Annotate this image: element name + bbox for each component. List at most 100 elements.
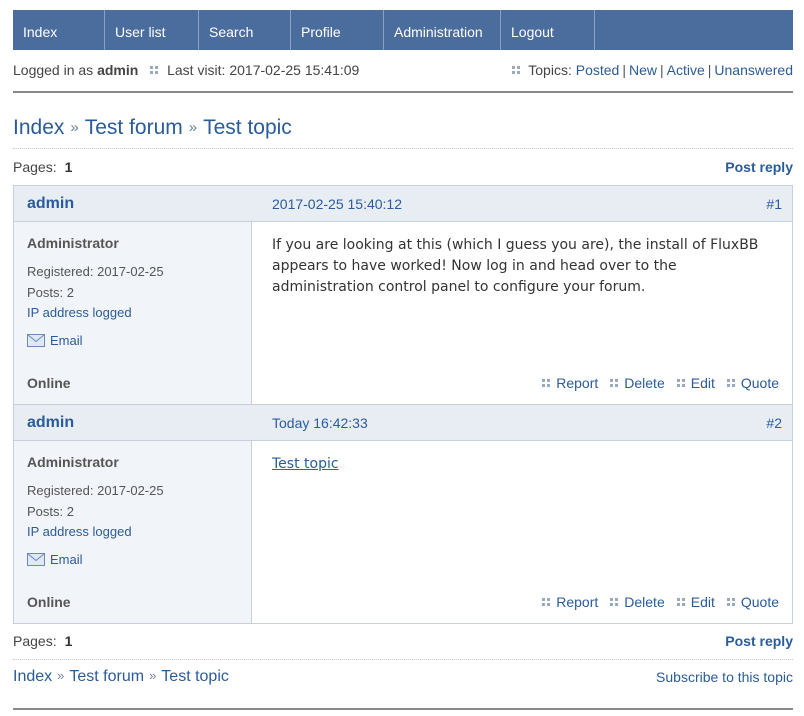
delete-button[interactable]: Delete [610, 375, 665, 391]
main-nav: Index User list Search Profile Administr… [13, 10, 793, 50]
post-count: Posts: 2 [27, 285, 74, 300]
username: admin [97, 62, 139, 78]
bullet-icon [610, 379, 619, 387]
last-visit: Last visit: 2017-02-25 15:41:09 [167, 62, 360, 78]
nav-profile[interactable]: Profile [291, 10, 384, 50]
registered-date: Registered: 2017-02-25 [27, 483, 164, 498]
topics-label: Topics: [528, 62, 572, 78]
envelope-icon [27, 334, 45, 347]
subscribe-link[interactable]: Subscribe to this topic [656, 669, 793, 685]
quote-label: Quote [740, 375, 779, 391]
user-title: Administrator [27, 235, 119, 251]
quote-button[interactable]: Quote [726, 594, 779, 610]
edit-label: Edit [690, 375, 715, 391]
divider [13, 708, 793, 710]
divider [13, 91, 793, 93]
user-title: Administrator [27, 454, 119, 470]
breadcrumb-bottom: Index » Test forum » Test topic [13, 668, 229, 686]
topics-unanswered-link[interactable]: Unanswered [714, 62, 793, 78]
bullet-icon [676, 598, 685, 606]
email-link[interactable]: Email [27, 333, 83, 348]
post-date-link[interactable]: 2017-02-25 15:40:12 [272, 196, 402, 212]
delete-label: Delete [624, 375, 665, 391]
quote-button[interactable]: Quote [726, 375, 779, 391]
breadcrumb-separator: » [149, 668, 157, 683]
pages-label: Pages: [13, 159, 57, 175]
current-page: 1 [64, 633, 73, 649]
breadcrumb-forum[interactable]: Test forum [85, 116, 183, 139]
email-label: Email [50, 552, 83, 567]
topic-link[interactable]: Test topic [272, 456, 339, 472]
ip-address-link[interactable]: IP address logged [27, 524, 132, 539]
report-label: Report [556, 594, 599, 610]
post-actions: Report Delete Edit Quote [530, 594, 779, 610]
post-header: admin 2017-02-25 15:40:12 #1 [14, 186, 792, 222]
bullet-icon [676, 379, 685, 387]
bullet-icon [610, 598, 619, 606]
separator: | [622, 62, 626, 78]
breadcrumb-separator: » [70, 119, 79, 136]
topics-active-link[interactable]: Active [667, 62, 705, 78]
pages-label: Pages: [13, 633, 57, 649]
bullet-icon [726, 379, 735, 387]
delete-button[interactable]: Delete [610, 594, 665, 610]
breadcrumb-separator: » [57, 668, 65, 683]
breadcrumb-topic[interactable]: Test topic [161, 668, 229, 685]
email-label: Email [50, 333, 83, 348]
divider [13, 659, 793, 660]
post-2: admin Today 16:42:33 #2 Administrator Re… [13, 404, 793, 624]
post-reply-button[interactable]: Post reply [725, 633, 793, 649]
post-header: admin Today 16:42:33 #2 [14, 405, 792, 441]
post-message: Test topic [272, 454, 782, 475]
delete-label: Delete [624, 594, 665, 610]
nav-administration[interactable]: Administration [384, 10, 501, 50]
edit-button[interactable]: Edit [676, 594, 715, 610]
breadcrumb-separator: » [188, 119, 198, 136]
post-actions: Report Delete Edit Quote [530, 375, 779, 391]
topic-links: Topics: Posted | New | Active | Unanswered [504, 62, 793, 78]
email-link[interactable]: Email [27, 552, 83, 567]
divider [13, 148, 793, 149]
post-author-info: Administrator Registered: 2017-02-25 Pos… [14, 222, 252, 404]
report-button[interactable]: Report [542, 594, 598, 610]
registered-date: Registered: 2017-02-25 [27, 264, 164, 279]
post-count: Posts: 2 [27, 504, 74, 519]
breadcrumb-forum[interactable]: Test forum [69, 668, 144, 685]
topics-new-link[interactable]: New [629, 62, 657, 78]
post-1: admin 2017-02-25 15:40:12 #1 Administrat… [13, 185, 793, 405]
online-status: Online [27, 594, 71, 610]
breadcrumb-index[interactable]: Index [13, 668, 52, 685]
breadcrumb-index[interactable]: Index [13, 116, 64, 139]
nav-user-list[interactable]: User list [105, 10, 199, 50]
topics-posted-link[interactable]: Posted [576, 62, 620, 78]
report-button[interactable]: Report [542, 375, 598, 391]
nav-index[interactable]: Index [13, 10, 105, 50]
post-body: Administrator Registered: 2017-02-25 Pos… [14, 441, 792, 623]
post-author[interactable]: admin [27, 414, 74, 432]
ip-address-link[interactable]: IP address logged [27, 305, 132, 320]
bullet-icon [542, 379, 551, 387]
breadcrumb-topic[interactable]: Test topic [203, 116, 292, 139]
logged-in-label: Logged in as [13, 62, 94, 78]
post-body: Administrator Registered: 2017-02-25 Pos… [14, 222, 792, 404]
edit-label: Edit [690, 594, 715, 610]
post-number-link[interactable]: #2 [766, 415, 782, 431]
breadcrumb: Index » Test forum » Test topic [13, 116, 292, 140]
post-author[interactable]: admin [27, 195, 74, 213]
post-author-info: Administrator Registered: 2017-02-25 Pos… [14, 441, 252, 623]
separator: | [659, 62, 664, 78]
separator: | [707, 62, 712, 78]
edit-button[interactable]: Edit [676, 375, 715, 391]
envelope-icon [27, 553, 45, 566]
online-status: Online [27, 375, 71, 391]
nav-search[interactable]: Search [199, 10, 291, 50]
bullet-icon [150, 66, 159, 75]
post-reply-button[interactable]: Post reply [725, 159, 793, 175]
pagination-top: Pages: 1 [13, 159, 72, 175]
nav-logout[interactable]: Logout [501, 10, 595, 50]
post-date-link[interactable]: Today 16:42:33 [272, 415, 368, 431]
post-number-link[interactable]: #1 [766, 196, 782, 212]
bullet-icon [542, 598, 551, 606]
current-page: 1 [64, 159, 73, 175]
report-label: Report [556, 375, 599, 391]
